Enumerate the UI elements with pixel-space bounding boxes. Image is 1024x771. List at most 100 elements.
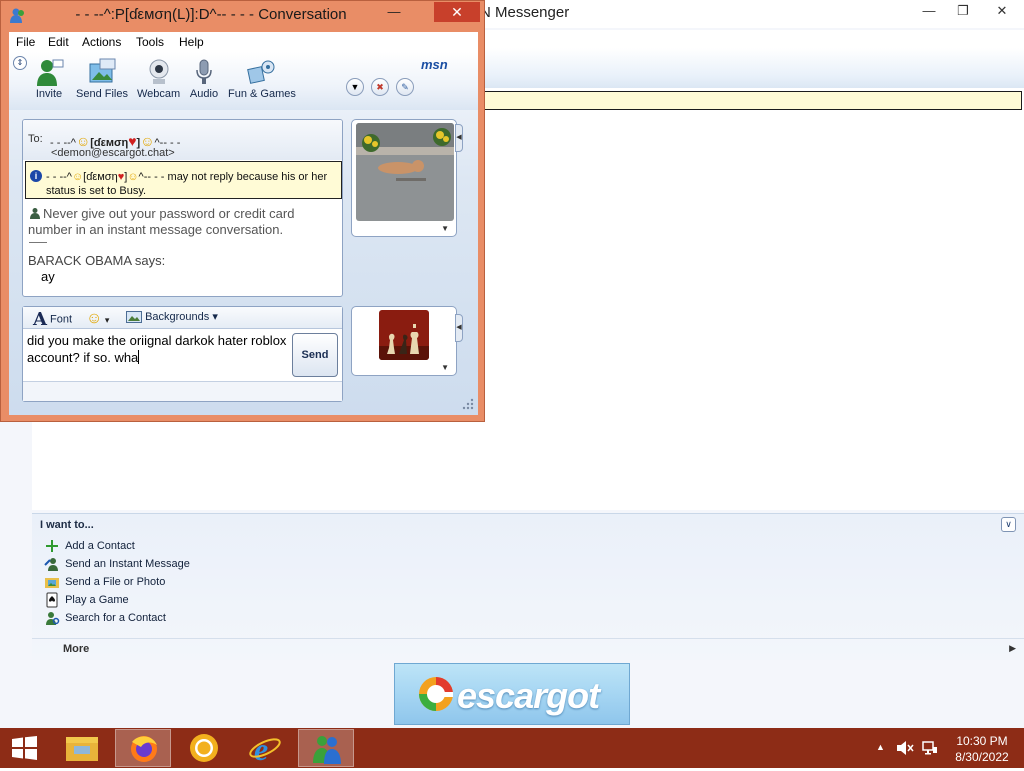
clock-date[interactable]: 8/30/2022 [950, 750, 1014, 764]
conversation-toolbar: ⇕ Invite Send Files Webcam Audio Fun & G… [9, 52, 478, 110]
backgrounds-button[interactable]: Backgrounds ▾ [126, 310, 218, 324]
recipient-email: <demon@escargot.chat> [51, 147, 175, 159]
main-maximize-button[interactable]: ❐ [946, 0, 980, 22]
msn-logo: msn [421, 57, 448, 72]
tray-expand-icon[interactable]: ▲ [876, 742, 885, 752]
webcam-icon [149, 59, 169, 84]
fun-games-icon [247, 60, 275, 84]
send-file-action[interactable]: Send a File or Photo [44, 574, 165, 592]
more-bar[interactable]: More ▶ [32, 638, 1024, 658]
taskbar-messenger[interactable] [298, 729, 354, 767]
action-label: Search for a Contact [65, 612, 166, 624]
font-icon: A [33, 309, 47, 330]
send-files-button[interactable]: Send Files [76, 58, 128, 100]
more-options-icon[interactable]: ▼ [346, 78, 364, 96]
taskbar-file-explorer[interactable] [54, 729, 110, 767]
display-picture-side-toggle-icon[interactable]: ◀ [455, 124, 463, 152]
menu-tools[interactable]: Tools [136, 35, 164, 49]
file-explorer-icon [66, 737, 98, 761]
action-label: Send a File or Photo [65, 576, 166, 588]
smiley-icon: ☺ [127, 171, 139, 183]
firefox-icon [131, 736, 157, 762]
message-input-text: did you make the oriignal darkok hater r… [27, 333, 287, 365]
send-files-label: Send Files [76, 88, 128, 100]
my-picture-menu-arrow-icon[interactable]: ▼ [441, 363, 449, 372]
search-contact-action[interactable]: Search for a Contact [44, 610, 166, 628]
more-arrow-icon: ▶ [1009, 643, 1016, 653]
audio-button[interactable]: Audio [189, 58, 219, 100]
banner-text: escargot [457, 675, 600, 716]
conversation-client-area: ⇕ Invite Send Files Webcam Audio Fun & G… [9, 52, 478, 415]
i-want-to-title: I want to... [40, 519, 94, 531]
busy-notice-text: - - --^☺[ɗεмση♥]☺^-- - - may not reply b… [46, 171, 328, 197]
escargot-logo-icon [419, 677, 453, 711]
search-contact-icon [46, 612, 60, 625]
busy-notice: i - - --^☺[ɗεмση♥]☺^-- - - may not reply… [25, 161, 342, 199]
formatting-toolbar: A Font ☺ ▾ Backgrounds ▾ [23, 307, 342, 330]
taskbar: e ▲ 10:30 PM 8/30/2022 [0, 728, 1024, 768]
fun-games-button[interactable]: Fun & Games [228, 58, 296, 100]
text-caret [138, 350, 140, 364]
escargot-banner[interactable]: escargot [394, 663, 630, 725]
volume-muted-icon[interactable] [896, 740, 914, 756]
more-label: More [63, 643, 90, 655]
windows-start-icon[interactable] [8, 736, 40, 760]
contact-photo [356, 123, 454, 221]
invite-button[interactable]: Invite [34, 58, 64, 100]
message-input[interactable]: did you make the oriignal darkok hater r… [27, 332, 289, 378]
folder-photo-icon [45, 578, 59, 588]
security-warning: Never give out your password or credit c… [28, 206, 295, 237]
send-button[interactable]: Send [292, 333, 338, 377]
chrome-icon [190, 734, 218, 762]
invite-person-icon [37, 59, 64, 86]
collapse-chevron-icon[interactable]: ∨ [1001, 517, 1016, 532]
conversation-minimize-button[interactable]: — [377, 3, 411, 23]
person-message-icon [44, 558, 58, 571]
emoticon-button[interactable]: ☺ ▾ [86, 310, 109, 328]
microphone-icon [196, 59, 212, 84]
svg-text:e: e [254, 731, 268, 767]
busy-name-prefix: - - --^ [46, 171, 72, 183]
clock-time[interactable]: 10:30 PM [950, 734, 1014, 748]
i-want-to-panel: I want to... ∨ Add a Contact Send an Ins… [32, 513, 1024, 660]
network-icon[interactable] [922, 740, 938, 756]
main-close-button[interactable]: ✕ [980, 0, 1024, 22]
main-window-title: N Messenger [480, 4, 570, 21]
chat-history[interactable]: To: - - --^☺[ɗεмση♥]☺^-- - - <demon@esca… [22, 119, 343, 297]
contact-display-picture-frame[interactable]: ▼ [351, 119, 457, 237]
taskbar-firefox[interactable] [115, 729, 171, 767]
theme-paint-icon[interactable]: ✎ [396, 78, 414, 96]
messenger-buddy-icon [313, 736, 341, 764]
taskbar-internet-explorer[interactable]: e [237, 729, 293, 767]
internet-explorer-icon: e [249, 731, 281, 767]
sender-says: BARACK OBAMA says: [28, 253, 166, 268]
conversation-close-button[interactable]: ✕ [434, 2, 480, 22]
game-card-icon [46, 592, 58, 608]
webcam-label: Webcam [137, 88, 181, 100]
add-contact-action[interactable]: Add a Contact [44, 538, 135, 556]
send-instant-message-action[interactable]: Send an Instant Message [44, 556, 190, 574]
font-button[interactable]: A Font [33, 309, 72, 330]
send-files-icon [89, 58, 116, 83]
action-label: Play a Game [65, 594, 129, 606]
heart-icon: ♥ [117, 171, 125, 183]
toolbar-collapse-icon[interactable]: ⇕ [13, 56, 27, 70]
menu-help[interactable]: Help [179, 35, 204, 49]
main-minimize-button[interactable]: — [912, 0, 946, 22]
block-icon[interactable]: ✖ [371, 78, 389, 96]
play-game-action[interactable]: Play a Game [44, 592, 129, 610]
menu-actions[interactable]: Actions [82, 35, 121, 49]
my-display-picture-frame[interactable]: ▼ [351, 306, 457, 376]
main-notice-bar [482, 91, 1022, 110]
my-picture-side-toggle-icon[interactable]: ◀ [455, 314, 463, 342]
display-picture-menu-arrow-icon[interactable]: ▼ [441, 224, 449, 233]
taskbar-chrome[interactable] [176, 729, 232, 767]
recipient-header: To: - - --^☺[ɗεмση♥]☺^-- - - <demon@esca… [23, 120, 342, 160]
smiley-icon: ☺ [86, 310, 103, 327]
backgrounds-label: Backgrounds [145, 311, 210, 323]
resize-grip-icon[interactable] [461, 397, 475, 411]
menu-file[interactable]: File [16, 35, 35, 49]
menu-edit[interactable]: Edit [48, 35, 69, 49]
smiley-icon: ☺ [71, 171, 84, 183]
webcam-button[interactable]: Webcam [137, 58, 180, 100]
